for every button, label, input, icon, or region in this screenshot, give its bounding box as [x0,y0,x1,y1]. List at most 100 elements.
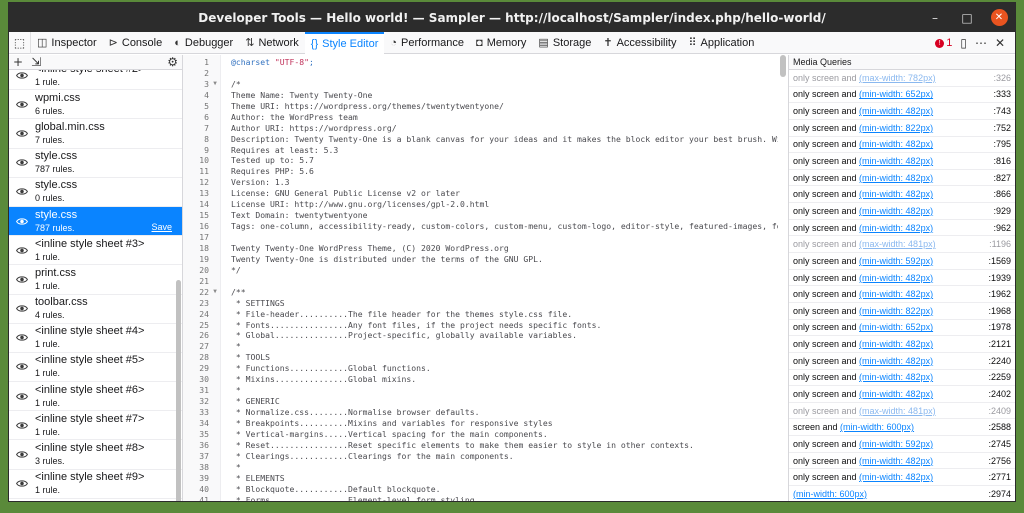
tab-application[interactable]: ⠿ Application [682,32,760,54]
media-query-link[interactable]: (min-width: 482px) [859,206,933,216]
media-query-line-ref[interactable]: :2121 [988,339,1011,349]
media-query-line-ref[interactable]: :795 [993,139,1011,149]
media-query-row[interactable]: only screen and (min-width: 822px):1968 [789,303,1015,320]
media-query-link[interactable]: (max-width: 481px) [859,239,936,249]
fold-arrow-icon[interactable]: ▼ [209,79,221,90]
stylesheet-item[interactable]: style.css 0 rules. [9,178,182,207]
dock-options-icon[interactable]: ▯ [960,36,967,50]
media-query-line-ref[interactable]: :743 [993,106,1011,116]
media-query-line-ref[interactable]: :866 [993,189,1011,199]
stylesheet-item[interactable]: print.css 1 rule. [9,265,182,295]
media-query-row[interactable]: only screen and (max-width: 481px):1196 [789,236,1015,254]
media-query-link[interactable]: (min-width: 592px) [859,439,933,449]
eye-icon[interactable] [9,421,35,430]
eye-icon[interactable] [9,217,35,226]
eye-icon[interactable] [9,275,35,284]
media-query-row[interactable]: only screen and (min-width: 822px):752 [789,120,1015,137]
media-query-link[interactable]: (min-width: 482px) [859,389,933,399]
media-query-link[interactable]: (max-width: 481px) [859,406,936,416]
media-query-line-ref[interactable]: :2771 [988,472,1011,482]
media-query-link[interactable]: (min-width: 822px) [859,306,933,316]
code-area[interactable]: 1 @charset "UTF-8"; 2 3 ▼/* 4 Theme Name: Twen… [183,55,778,501]
media-query-row[interactable]: only screen and (min-width: 482px):2240 [789,353,1015,370]
more-options-icon[interactable]: ⋯ [975,36,987,50]
eye-icon[interactable] [9,187,35,196]
stylesheet-item[interactable]: <inline style sheet #8> 3 rules. [9,440,182,470]
media-query-row[interactable]: only screen and (min-width: 482px):1962 [789,286,1015,303]
stylesheet-item[interactable]: style.css 787 rules. Save [9,206,182,237]
media-query-link[interactable]: (min-width: 822px) [859,123,933,133]
media-query-row[interactable]: only screen and (min-width: 482px):795 [789,137,1015,154]
minimize-button[interactable]: – [919,3,951,32]
media-query-line-ref[interactable]: :2588 [988,422,1011,432]
media-query-line-ref[interactable]: :2745 [988,439,1011,449]
fold-arrow-icon[interactable]: ▼ [209,287,221,298]
media-query-link[interactable]: (min-width: 482px) [859,339,933,349]
media-query-row[interactable]: only screen and (min-width: 482px):962 [789,220,1015,237]
eye-icon[interactable] [9,479,35,488]
stylesheet-item[interactable]: <inline style sheet #4> 1 rule. [9,324,182,353]
media-query-row[interactable]: only screen and (min-width: 482px):827 [789,170,1015,187]
new-stylesheet-icon[interactable]: + [13,56,23,68]
eye-icon[interactable] [9,333,35,342]
eye-icon[interactable] [9,392,35,401]
media-query-link[interactable]: (min-width: 482px) [859,289,933,299]
eye-icon[interactable] [9,158,35,167]
eye-icon[interactable] [9,246,35,255]
stylesheet-item[interactable]: <inline style sheet #3> 1 rule. [9,236,182,266]
media-query-link[interactable]: (min-width: 482px) [859,156,933,166]
save-link[interactable]: Save [151,222,172,232]
code-editor[interactable]: 1 @charset "UTF-8"; 2 3 ▼/* 4 Theme Name: Twen… [183,55,789,501]
tab-storage[interactable]: ▤ Storage [532,32,597,54]
media-query-row[interactable]: screen and (min-width: 600px):2588 [789,419,1015,437]
media-query-line-ref[interactable]: :1962 [988,289,1011,299]
stylesheet-item[interactable]: <inline style sheet #9> 1 rule. [9,470,182,499]
media-query-link[interactable]: (min-width: 592px) [859,256,933,266]
eye-icon[interactable] [9,304,35,313]
stylesheet-item[interactable]: global.min.css 7 rules. [9,119,182,149]
media-query-line-ref[interactable]: :1196 [989,239,1011,249]
media-query-row[interactable]: only screen and (min-width: 482px):2756 [789,453,1015,470]
media-query-row[interactable]: only screen and (min-width: 652px):333 [789,87,1015,104]
media-query-row[interactable]: only screen and (min-width: 482px):2121 [789,336,1015,353]
media-query-link[interactable]: (max-width: 782px) [859,73,936,83]
media-query-row[interactable]: only screen and (min-width: 482px):2402 [789,386,1015,403]
media-query-line-ref[interactable]: :752 [993,123,1011,133]
media-query-link[interactable]: (min-width: 482px) [859,223,933,233]
media-query-link[interactable]: (min-width: 482px) [859,173,933,183]
media-query-line-ref[interactable]: :816 [993,156,1011,166]
media-query-link[interactable]: (min-width: 652px) [859,89,933,99]
media-query-link[interactable]: (min-width: 482px) [859,189,933,199]
stylesheet-item[interactable]: style.css 787 rules. [9,149,182,178]
maximize-button[interactable]: □ [951,3,983,32]
media-query-line-ref[interactable]: :929 [993,206,1011,216]
tab-style-editor[interactable]: {} Style Editor [304,31,385,54]
tab-console[interactable]: ⊳ Console [103,32,169,54]
media-query-row[interactable]: only screen and (min-width: 592px):2745 [789,436,1015,453]
tab-inspector[interactable]: ◫ Inspector [31,32,103,54]
media-query-row[interactable]: only screen and (min-width: 482px):866 [789,186,1015,204]
tab-accessibility[interactable]: ✝ Accessibility [597,32,682,54]
element-picker-button[interactable]: ⬚ [9,31,31,54]
media-query-link[interactable]: (min-width: 600px) [840,422,914,432]
tab-network[interactable]: ⇅ Network [239,32,305,54]
media-query-link[interactable]: (min-width: 482px) [859,372,933,382]
media-query-line-ref[interactable]: :1968 [988,306,1011,316]
media-query-row[interactable]: only screen and (min-width: 652px):1978 [789,320,1015,337]
gear-icon[interactable]: ⚙ [167,56,178,68]
media-query-row[interactable]: only screen and (min-width: 482px):2259 [789,370,1015,387]
sidebar-scrollbar[interactable] [176,280,181,501]
media-query-line-ref[interactable]: :326 [993,73,1011,83]
media-query-line-ref[interactable]: :827 [993,173,1011,183]
error-count-badge[interactable]: ! 1 [935,37,952,49]
media-query-link[interactable]: (min-width: 482px) [859,273,933,283]
stylesheet-item[interactable]: toolbar.css 4 rules. [9,295,182,324]
media-query-row[interactable]: only screen and (min-width: 482px):2771 [789,469,1015,487]
media-query-line-ref[interactable]: :1978 [988,322,1011,332]
media-query-row[interactable]: only screen and (min-width: 482px):816 [789,153,1015,170]
stylesheet-item[interactable]: <inline style sheet #5> 1 rule. [9,353,182,383]
media-query-row[interactable]: only screen and (min-width: 482px):929 [789,203,1015,220]
media-query-link[interactable]: (min-width: 482px) [859,472,933,482]
media-query-link[interactable]: (min-width: 600px) [793,489,867,499]
eye-icon[interactable] [9,362,35,371]
